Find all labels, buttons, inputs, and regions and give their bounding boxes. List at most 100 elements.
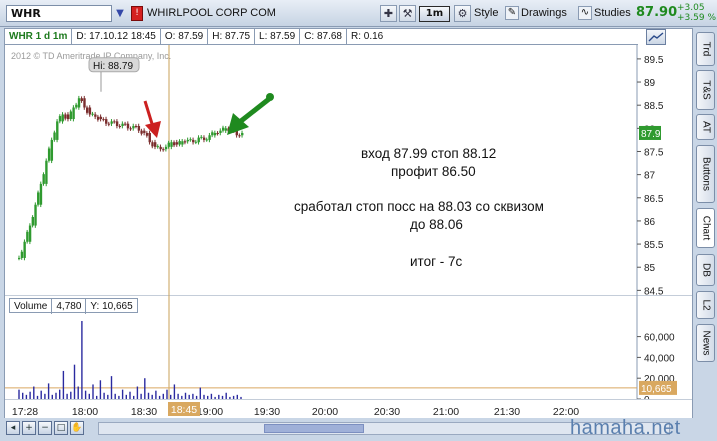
style-gear-icon[interactable]: ⚙	[454, 5, 471, 22]
note-entry: вход 87.99 стоп 88.12	[361, 146, 497, 161]
price-tick-label: 87.5	[644, 147, 664, 158]
candle-body	[39, 183, 43, 205]
candle-body	[26, 231, 29, 242]
bar-high: H: 87.75	[208, 29, 256, 44]
current-price-label: 87.9	[641, 129, 661, 140]
side-tab-buttons[interactable]: Buttons	[696, 145, 715, 203]
candle-body	[75, 104, 78, 108]
candle-body	[118, 126, 122, 128]
side-tab-label: News	[700, 330, 711, 356]
change-percent: +3.59 %	[677, 13, 716, 23]
side-tab-bar: Trd T&S AT Buttons Chart DB L2 News	[694, 28, 717, 428]
candle-body	[34, 204, 37, 226]
side-tab-news[interactable]: News	[696, 324, 715, 362]
wrench-icon[interactable]: ⚒	[399, 5, 416, 22]
chart-settings-icon[interactable]	[646, 29, 666, 45]
zoom-in-icon[interactable]: +	[22, 421, 36, 435]
bar-low: L: 87.59	[255, 29, 301, 44]
candle-body	[115, 121, 119, 127]
pan-left-icon[interactable]: ◂	[6, 421, 20, 435]
candle-body	[80, 98, 83, 102]
candle-body	[121, 123, 124, 127]
volume-label: Volume	[10, 299, 53, 314]
candle-body	[148, 132, 151, 143]
candle-body	[42, 174, 45, 184]
side-tab-ts[interactable]: T&S	[696, 70, 715, 110]
candle-body	[224, 128, 228, 131]
hand-tool-icon[interactable]: ✋	[70, 421, 84, 435]
candle-body	[140, 130, 143, 134]
side-tab-l2[interactable]: L2	[696, 291, 715, 319]
candle-body	[61, 114, 64, 122]
symbol-input[interactable]: WHR	[6, 5, 112, 22]
time-tick-label: 19:00	[197, 406, 223, 418]
zoom-out-icon[interactable]: −	[38, 421, 52, 435]
candle-body	[47, 148, 51, 161]
candle-body	[213, 132, 217, 136]
candle-body	[124, 123, 127, 125]
side-tab-chart[interactable]: Chart	[696, 208, 715, 248]
candle-body	[202, 137, 206, 140]
crosshair-icon[interactable]: ✚	[380, 5, 397, 22]
drawings-label: Drawings	[521, 7, 567, 19]
candle-body	[197, 137, 200, 143]
candle-body	[37, 192, 40, 205]
price-tick-label: 87	[644, 171, 656, 182]
candle-body	[164, 146, 168, 150]
price-tick-label: 86.5	[644, 194, 664, 205]
candle-body	[173, 142, 176, 146]
candle-body	[88, 107, 92, 115]
candle-body	[189, 139, 192, 141]
volume-tick-label: 40,000	[644, 353, 675, 364]
price-tick-label: 88.5	[644, 101, 664, 112]
side-tab-trd[interactable]: Trd	[696, 32, 715, 66]
note-stop: сработал стоп посс на 88.03 со сквизом	[294, 199, 544, 214]
candle-body	[50, 139, 54, 161]
last-price: 87.90	[636, 5, 678, 20]
symbol-dropdown-icon[interactable]: ▼	[114, 6, 126, 21]
volume-tick-label: 60,000	[644, 333, 675, 344]
candle-body	[126, 123, 130, 129]
candle-body	[175, 142, 179, 145]
candle-body	[178, 141, 181, 145]
candle-body	[170, 142, 173, 147]
price-panel[interactable]: 89.58988.58887.58786.58685.58584.5Hi: 88…	[5, 45, 692, 295]
time-tick-label: 21:30	[494, 406, 520, 418]
candle-body	[96, 116, 100, 120]
candle-body	[137, 126, 141, 131]
studies-button[interactable]: ∿ Studies	[576, 5, 631, 22]
candle-body	[94, 114, 97, 117]
candle-body	[162, 149, 165, 151]
chart-area[interactable]: WHR 1 d 1m D: 17.10.12 18:45 O: 87.59 H:…	[4, 28, 693, 428]
candle-body	[186, 139, 190, 142]
drawings-button[interactable]: ✎ Drawings	[503, 5, 567, 22]
price-tick-label: 84.5	[644, 286, 664, 295]
candle-body	[99, 116, 102, 120]
volume-tag-label: 10,665	[641, 384, 672, 395]
candle-body	[64, 114, 67, 119]
time-tick-label: 20:00	[312, 406, 338, 418]
candle-body	[167, 142, 170, 147]
candle-body	[66, 114, 70, 120]
candle-body	[91, 113, 94, 115]
fit-icon[interactable]: □	[54, 421, 68, 435]
candle-body	[156, 146, 160, 148]
price-tick-label: 86	[644, 217, 656, 228]
note-squeeze: до 88.06	[410, 217, 463, 232]
side-tab-label: Chart	[700, 215, 711, 241]
scroll-thumb[interactable]	[264, 424, 364, 433]
side-tab-db[interactable]: DB	[696, 254, 715, 286]
candle-body	[45, 160, 48, 184]
bar-close: C: 87.68	[300, 29, 347, 44]
style-button[interactable]: Style	[472, 5, 498, 22]
net-change: +3.05 +3.59 %	[677, 3, 716, 23]
period-button[interactable]: 1m	[419, 6, 450, 22]
alert-flag-icon[interactable]: !	[131, 6, 143, 21]
side-tab-at[interactable]: AT	[696, 114, 715, 140]
cursor-time-label: 18:45	[171, 404, 197, 416]
candle-body	[31, 216, 34, 226]
red-entry-arrow	[143, 100, 161, 138]
time-tick-label: 20:30	[374, 406, 400, 418]
side-tab-label: T&S	[700, 80, 711, 100]
candle-body	[23, 241, 26, 258]
